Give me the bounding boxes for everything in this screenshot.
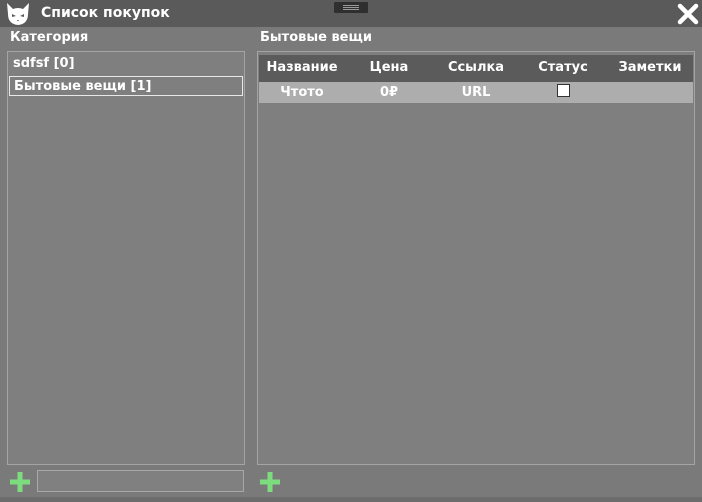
category-item-sdfsf[interactable]: sdfsf [0] <box>9 54 243 74</box>
cell-price[interactable]: 0₽ <box>345 85 433 100</box>
table-header: Название Цена Ссылка Статус Заметки <box>259 55 693 82</box>
title-bar[interactable]: Список покупок <box>0 0 702 27</box>
items-table[interactable] <box>257 51 695 465</box>
category-item-household[interactable]: Бытовые вещи [1] <box>9 76 243 96</box>
add-category-plus-icon[interactable] <box>8 470 32 494</box>
drag-handle[interactable] <box>334 2 368 13</box>
close-icon[interactable] <box>677 3 699 25</box>
cat-head-icon <box>7 3 29 25</box>
table-row[interactable]: Чтото 0₽ URL <box>259 82 693 103</box>
status-checkbox[interactable] <box>557 84 570 97</box>
category-list[interactable] <box>7 51 245 465</box>
bottom-edge <box>0 497 702 502</box>
column-price[interactable]: Цена <box>345 60 433 75</box>
add-item-plus-icon[interactable] <box>258 470 282 494</box>
column-notes[interactable]: Заметки <box>607 60 693 75</box>
category-header: Категория <box>10 30 89 45</box>
cell-name[interactable]: Чтото <box>259 85 345 100</box>
column-link[interactable]: Ссылка <box>433 60 519 75</box>
column-status[interactable]: Статус <box>519 60 607 75</box>
column-name[interactable]: Название <box>259 60 345 75</box>
new-category-input[interactable] <box>37 470 244 492</box>
cell-link[interactable]: URL <box>433 85 519 100</box>
items-panel-title: Бытовые вещи <box>260 30 372 45</box>
window-title: Список покупок <box>41 5 170 21</box>
